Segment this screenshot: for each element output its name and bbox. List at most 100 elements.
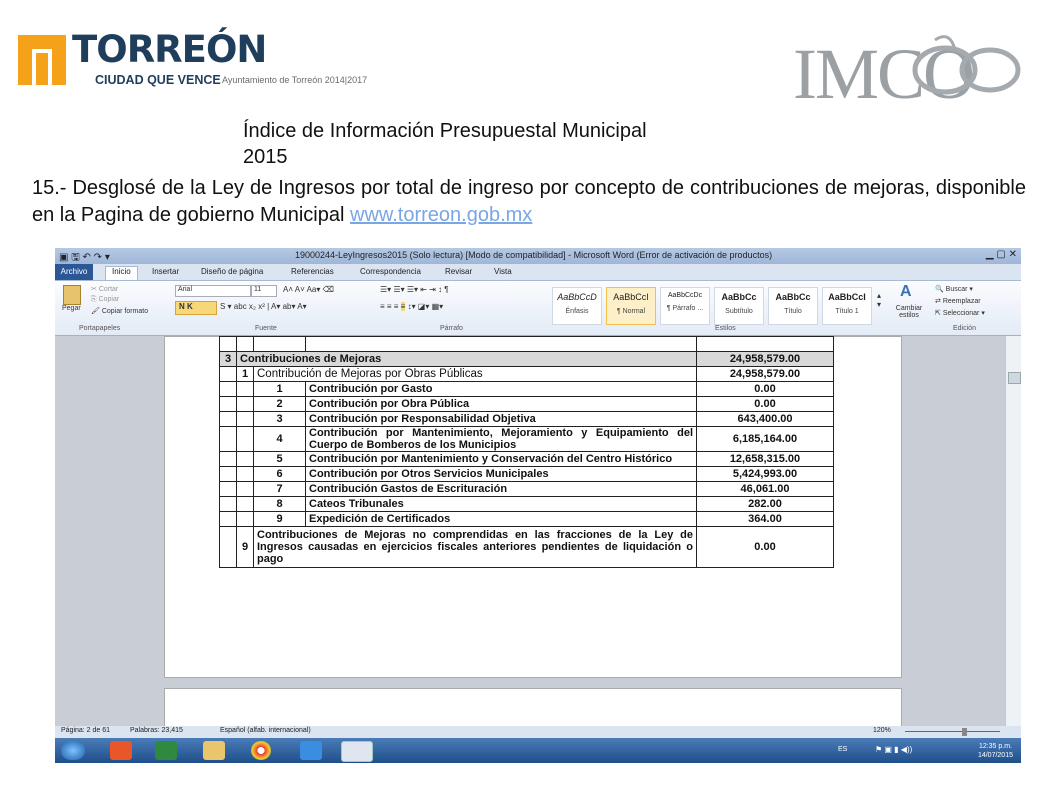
style-name: Título 1 — [835, 308, 859, 315]
style-name: Título — [784, 308, 802, 315]
list-buttons[interactable]: ☰▾ ☰▾ ☰▾ ⇤ ⇥ ↕ ¶ — [380, 285, 449, 294]
grow-shrink-font[interactable]: A˄ A˅ Aa▾ ⌫ — [283, 285, 334, 294]
replace-label: Reemplazar — [942, 298, 981, 305]
copy-button[interactable]: ⎘ Copiar — [91, 296, 119, 304]
torreon-subtitle: Ayuntamiento de Torreón 2014|2017 — [222, 75, 368, 85]
style-subtitle[interactable]: AaBbCc Subtítulo — [714, 287, 764, 325]
row-number: 4 — [253, 426, 306, 452]
paste-button[interactable]: Pegar — [62, 305, 81, 312]
select-button[interactable]: ⇱ Seleccionar ▾ — [935, 309, 985, 317]
group-label-editing: Edición — [953, 325, 976, 332]
word-screenshot: ▣ 🖫 ↶ ↷ ▾ 19000244-LeyIngresos2015 (Solo… — [55, 248, 1021, 763]
tray-icons[interactable]: ⚑ ▣ ▮ ◀)) — [875, 745, 912, 754]
table-row-subsection: 1 Contribución de Mejoras por Obras Públ… — [219, 366, 834, 382]
explorer-icon[interactable] — [203, 741, 225, 760]
paste-icon[interactable] — [63, 285, 81, 305]
find-button[interactable]: 🔍 Buscar ▾ — [935, 285, 973, 293]
change-styles-button[interactable]: Cambiar estilos — [892, 305, 926, 319]
row-label: Contribución por Otros Servicios Municip… — [305, 466, 697, 482]
style-preview: AaBbCc — [721, 292, 757, 302]
copy-label: Copiar — [98, 296, 120, 303]
styles-scroll[interactable]: ▴ ▾ — [877, 291, 881, 309]
status-language[interactable]: Español (alfab. internacional) — [220, 727, 311, 734]
media-player-icon[interactable] — [110, 741, 132, 760]
style-name: ¶ Normal — [616, 308, 646, 315]
description-paragraph: 15.- Desglosé de la Ley de Ingresos por … — [32, 175, 1026, 229]
status-zoom[interactable]: 120% — [873, 727, 891, 734]
taskbar: ES ⚑ ▣ ▮ ◀)) 12:35 p.m. 14/07/2015 — [55, 738, 1021, 763]
tab-references[interactable]: Referencias — [291, 267, 334, 276]
chrome-icon[interactable] — [251, 741, 271, 760]
style-normal[interactable]: AaBbCcI ¶ Normal — [606, 287, 656, 325]
replace-button[interactable]: ⇄ Reemplazar — [935, 297, 981, 305]
style-heading-1[interactable]: AaBbCcI Título 1 — [822, 287, 872, 325]
table-row: 9 Expedición de Certificados 364.00 — [219, 511, 834, 527]
word-taskbar-icon[interactable] — [341, 741, 373, 762]
table-row: 6 Contribución por Otros Servicios Munici… — [219, 466, 834, 482]
torreon-link[interactable]: www.torreon.gob.mx — [350, 204, 532, 226]
excel-icon[interactable] — [155, 741, 177, 760]
subsection-number: 1 — [236, 366, 254, 382]
row-label: Contribución por Mantenimiento y Conserv… — [305, 451, 697, 467]
imco-swirl-icon — [912, 35, 1021, 95]
row-amount: 6,185,164.00 — [696, 426, 834, 452]
style-name: Subtítulo — [725, 308, 753, 315]
status-page[interactable]: Página: 2 de 61 — [61, 727, 110, 734]
scroll-thumb[interactable] — [1008, 372, 1021, 384]
format-painter-button[interactable]: 🖌 Copiar formato — [91, 307, 148, 315]
report-year: 2015 — [243, 146, 288, 168]
tab-review[interactable]: Revisar — [445, 267, 472, 276]
row-number: 6 — [253, 466, 306, 482]
table-row: 8 Cateos Tribunales 282.00 — [219, 496, 834, 512]
start-button[interactable] — [61, 741, 85, 760]
find-label: Buscar — [945, 286, 968, 293]
group-label-paragraph: Párrafo — [440, 325, 463, 332]
table-row: 7 Contribución Gastos de Escrituración 46,… — [219, 481, 834, 497]
table-row-section: 3 Contribuciones de Mejoras 24,958,579.0… — [219, 351, 834, 367]
row-amount: 0.00 — [696, 526, 834, 568]
row-label: Contribuciones de Mejoras no comprendida… — [253, 526, 697, 568]
zoom-slider-thumb[interactable] — [962, 728, 967, 736]
tray-language[interactable]: ES — [838, 746, 847, 753]
tab-mailings[interactable]: Correspondencia — [360, 267, 421, 276]
row-number: 1 — [253, 381, 306, 397]
section-label: Contribuciones de Mejoras — [236, 351, 697, 367]
table-row: 1 Contribución por Gasto 0.00 — [219, 381, 834, 397]
section-amount: 24,958,579.00 — [696, 351, 834, 367]
font-format-buttons[interactable]: S ▾ abc x₂ x² | A▾ ab▾ A▾ — [220, 302, 307, 311]
row-number: 3 — [253, 411, 306, 427]
cut-label: Cortar — [98, 286, 119, 293]
internet-explorer-icon[interactable] — [300, 741, 322, 760]
row-amount: 5,424,993.00 — [696, 466, 834, 482]
row-label: Expedición de Certificados — [305, 511, 697, 527]
ribbon: Pegar ✂ Cortar ⎘ Copiar 🖌 Copiar formato… — [55, 281, 1021, 336]
table-row: 5 Contribución por Mantenimiento y Conser… — [219, 451, 834, 467]
font-name-select[interactable]: Arial — [175, 285, 251, 297]
row-amount: 643,400.00 — [696, 411, 834, 427]
align-buttons[interactable]: ≡ ≡ ≡ ≡ ↕▾ ◪▾ ▦▾ — [380, 302, 443, 311]
style-title[interactable]: AaBbCc Título — [768, 287, 818, 325]
group-label-clipboard: Portapapeles — [79, 325, 121, 332]
tab-home[interactable]: Inicio — [105, 266, 138, 280]
tab-insert[interactable]: Insertar — [152, 267, 179, 276]
tray-clock[interactable]: 12:35 p.m. 14/07/2015 — [978, 742, 1013, 760]
status-words[interactable]: Palabras: 23,415 — [130, 727, 183, 734]
style-preview: AaBbCcD — [557, 292, 597, 302]
table-row: 4 Contribución por Mantenimiento, Mejoram… — [219, 426, 834, 452]
font-size-select[interactable]: 11 — [251, 285, 277, 297]
zoom-slider[interactable] — [905, 731, 1000, 732]
vertical-scrollbar[interactable] — [1005, 336, 1021, 726]
tab-file[interactable]: Archivo — [55, 264, 93, 280]
format-painter-label: Copiar formato — [101, 308, 149, 315]
style-emphasis[interactable]: AaBbCcD Énfasis — [552, 287, 602, 325]
window-controls[interactable]: ▁ ▢ ✕ — [986, 249, 1017, 260]
style-preview: AaBbCcDc — [667, 292, 703, 299]
row-label: Contribución por Gasto — [305, 381, 697, 397]
tab-page-layout[interactable]: Diseño de página — [201, 267, 263, 276]
row-amount: 46,061.00 — [696, 481, 834, 497]
tray-time: 12:35 p.m. — [978, 743, 1013, 750]
row-number: 5 — [253, 451, 306, 467]
tab-view[interactable]: Vista — [494, 267, 512, 276]
cut-button[interactable]: ✂ Cortar — [91, 285, 118, 293]
style-paragraph[interactable]: AaBbCcDc ¶ Párrafo ... — [660, 287, 710, 325]
